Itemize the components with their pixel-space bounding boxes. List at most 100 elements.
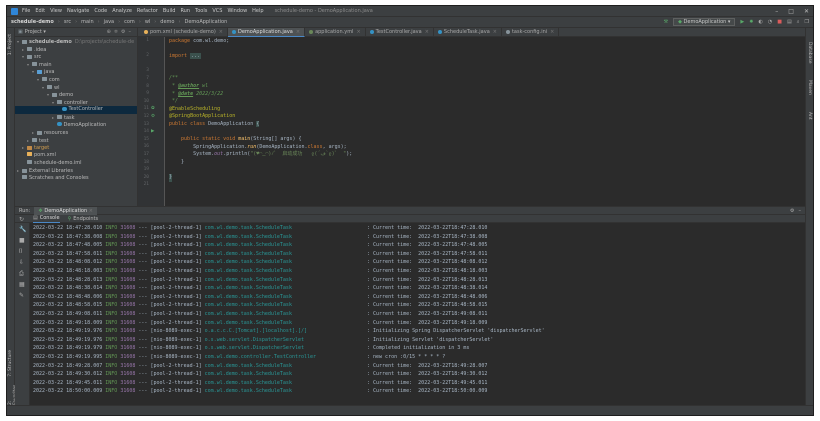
hide-icon[interactable]: –	[799, 208, 802, 214]
stop-icon[interactable]: ■	[777, 19, 782, 25]
close-tab-icon[interactable]: ×	[356, 29, 360, 35]
wrench-icon[interactable]: 🔧	[19, 226, 26, 233]
tree-item[interactable]: ▸ test	[15, 137, 137, 145]
folded-imports[interactable]: ...	[190, 53, 202, 60]
structure-tool-button[interactable]: 7: Structure	[8, 350, 13, 377]
menu-help[interactable]: Help	[252, 8, 263, 14]
minimize-button[interactable]: –	[775, 8, 778, 15]
spring-run-icon[interactable]: ⚙	[151, 114, 155, 119]
tree-item[interactable]: ▸ .idea	[15, 46, 137, 54]
console-tab[interactable]: ▤ Console	[33, 215, 60, 223]
editor-tab[interactable]: TestController.java ×	[366, 27, 434, 37]
tree-item[interactable]: ▾ main	[15, 61, 137, 69]
layout-icon[interactable]: ❐	[805, 19, 809, 25]
tree-item[interactable]: Scratches and Consoles	[15, 175, 137, 183]
tree-item[interactable]: ▸ External Libraries	[15, 167, 137, 175]
profile-icon[interactable]: ◔	[768, 19, 772, 25]
project-tool-button[interactable]: 1: Project	[8, 34, 13, 55]
breadcrumb-item[interactable]: src	[64, 19, 71, 25]
tree-item[interactable]: DemoApplication	[15, 122, 137, 130]
tree-item[interactable]: pom.xml	[15, 152, 137, 160]
run-config-selector[interactable]: ◆ DemoApplication ▾	[673, 18, 736, 26]
log-logger: o.s.web.servlet.DispatcherServlet	[204, 336, 304, 343]
close-tab-icon[interactable]: ×	[550, 29, 554, 35]
tree-item[interactable]: ▸ target	[15, 144, 137, 152]
stop-icon[interactable]: ■	[19, 237, 25, 244]
tree-item-label: Scratches and Consoles	[29, 174, 89, 181]
breadcrumb-item[interactable]: com	[124, 19, 135, 25]
tree-item[interactable]: ▾ schedule-demo D:\projects\schedule-de	[15, 38, 137, 46]
tree-item[interactable]: TestController	[15, 106, 137, 114]
database-tool-button[interactable]: Database	[807, 42, 812, 63]
tree-item[interactable]: ▸ resources	[15, 129, 137, 137]
hammer-build-icon[interactable]: ⚒	[664, 19, 668, 25]
editor-tab[interactable]: ScheduleTask.java ×	[434, 27, 502, 37]
rerun-icon[interactable]: ↻	[19, 216, 24, 223]
project-structure-icon[interactable]: ▤	[787, 19, 792, 25]
menu-refactor[interactable]: Refactor	[137, 8, 158, 14]
tree-item[interactable]: ▾ java	[15, 68, 137, 76]
log-message: : Current time: 2022-03-22T18:47:38.008	[367, 233, 488, 240]
run-icon[interactable]: ▶	[740, 19, 744, 25]
breadcrumb-item[interactable]: wl	[145, 19, 150, 25]
editor-tab[interactable]: DemoApplication.java ×	[228, 27, 306, 37]
close-button[interactable]: ✕	[804, 8, 809, 15]
breadcrumb-item[interactable]: java	[104, 19, 114, 25]
maven-tool-button[interactable]: Maven	[807, 80, 812, 95]
tree-item[interactable]: ▾ wl	[15, 84, 137, 92]
menu-analyze[interactable]: Analyze	[112, 8, 132, 14]
search-everywhere-icon[interactable]: ⌕	[797, 19, 800, 25]
spring-bean-icon[interactable]: ✿	[151, 106, 155, 111]
coverage-icon[interactable]: ◐	[758, 19, 762, 25]
menu-window[interactable]: Window	[227, 8, 247, 14]
print-icon[interactable]: ⎙	[19, 270, 24, 278]
menu-vcs[interactable]: VCS	[212, 8, 222, 14]
breadcrumb-item[interactable]: main	[81, 19, 94, 25]
run-config-tab[interactable]: ❖ DemoApplication ×	[34, 206, 97, 215]
menu-navigate[interactable]: Navigate	[67, 8, 89, 14]
close-tab-icon[interactable]: ×	[219, 29, 223, 35]
endpoints-tab[interactable]: ⚲ Endpoints	[68, 216, 99, 222]
tree-item[interactable]: ▾ src	[15, 53, 137, 61]
menu-run[interactable]: Run	[180, 8, 190, 14]
debug-icon[interactable]: ✹	[749, 19, 753, 25]
locate-icon[interactable]: ⊕	[107, 29, 114, 35]
close-tab-icon[interactable]: ×	[493, 29, 497, 35]
folder-icon	[27, 47, 32, 52]
maximize-button[interactable]: □	[788, 8, 794, 15]
layout-icon[interactable]: ▦	[19, 281, 25, 288]
gear-icon[interactable]: ⚙	[121, 29, 128, 35]
close-tab-icon[interactable]: ×	[425, 29, 429, 35]
tree-item[interactable]: ▾ demo	[15, 91, 137, 99]
menu-code[interactable]: Code	[94, 8, 107, 14]
scroll-end-icon[interactable]: ⇩	[19, 259, 24, 266]
run-gutter-icon[interactable]: ▶	[151, 129, 154, 134]
ant-tool-button[interactable]: Ant	[807, 112, 812, 120]
collapse-icon[interactable]: ≑	[114, 29, 121, 35]
close-icon[interactable]: ×	[89, 208, 93, 214]
tree-item[interactable]: schedule-demo.iml	[15, 160, 137, 168]
editor-tab[interactable]: task-config.ini ×	[502, 27, 560, 37]
menu-file[interactable]: File	[22, 8, 30, 14]
editor-tab[interactable]: application.yml ×	[305, 27, 366, 37]
menu-view[interactable]: View	[50, 8, 62, 14]
close-tab-icon[interactable]: ×	[296, 29, 300, 35]
project-view-selector[interactable]: Project	[25, 29, 42, 35]
breadcrumb-item[interactable]: schedule-demo	[11, 19, 54, 25]
camera-icon[interactable]: ⌷	[19, 248, 23, 256]
tree-item[interactable]: ▾ controller	[15, 99, 137, 107]
breadcrumb-item[interactable]: demo	[160, 19, 174, 25]
hide-icon[interactable]: –	[129, 29, 135, 35]
code-editor[interactable]: 1 2 3 7 8 9 10 11 12 13 14 15 16 17 18 19 20 21 ✿ ⚙ ▶ packag…	[138, 37, 805, 206]
gear-icon[interactable]: ⚙	[790, 208, 794, 214]
run-console[interactable]: 2022-03-22 18:47:28.010 INFO 31608 --- […	[30, 223, 805, 405]
tree-item[interactable]: ▾ com	[15, 76, 137, 84]
tree-item[interactable]: ▸ task	[15, 114, 137, 122]
pin-icon[interactable]: ✎	[19, 292, 24, 299]
breadcrumb-item[interactable]: DemoApplication	[184, 19, 227, 25]
menu-tools[interactable]: Tools	[195, 8, 207, 14]
menu-build[interactable]: Build	[163, 8, 176, 14]
code-area[interactable]: package com.wl.demo; import ... /** * @a…	[169, 37, 805, 206]
menu-edit[interactable]: Edit	[35, 8, 45, 14]
editor-tab[interactable]: pom.xml (schedule-demo) ×	[140, 27, 228, 37]
